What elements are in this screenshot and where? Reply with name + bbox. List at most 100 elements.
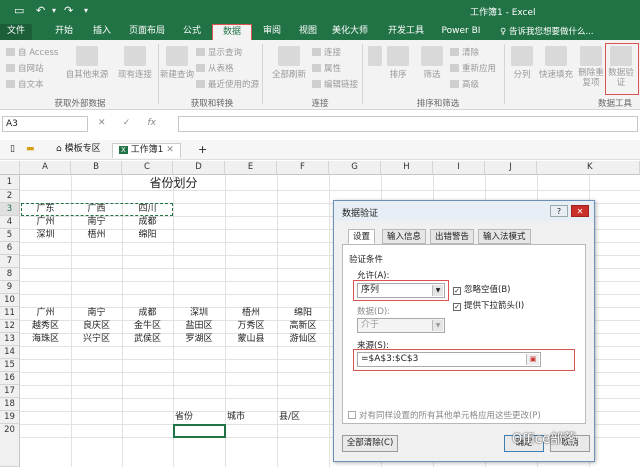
sheet-title-cell[interactable]: 省份划分 [122,176,225,191]
name-box[interactable]: A3 [2,116,88,132]
add-workbook-button[interactable]: + [192,143,213,158]
row-header[interactable]: 18 [0,398,20,411]
connections-button[interactable]: 连接 [312,46,341,58]
row-header[interactable]: 13 [0,333,20,346]
from-web-button[interactable]: 自网站 [6,62,44,74]
cell-e10[interactable]: 梧州 [225,307,277,320]
from-text-button[interactable]: 自文本 [6,78,44,90]
row-header[interactable]: 12 [0,320,20,333]
cell-b4[interactable]: 南宁 [71,216,122,229]
folder-icon[interactable]: ▬ [20,143,41,158]
existing-connections-button[interactable]: 现有连接 [112,46,158,80]
sort-button[interactable]: 排序 [384,46,412,80]
row-header[interactable]: 8 [0,268,20,281]
tell-me-search[interactable]: ♀ 告诉我您想要做什么... [500,25,594,37]
cell-f10[interactable]: 绵阳 [277,307,329,320]
cell-d11[interactable]: 盐田区 [173,320,225,333]
column-header[interactable]: D [173,161,225,175]
cell-c12[interactable]: 武侯区 [122,333,173,346]
row-header[interactable]: 10 [0,294,20,307]
cell-f11[interactable]: 高新区 [277,320,329,333]
tab-data[interactable]: 数据 [212,24,252,40]
new-query-button[interactable]: 新建查询 [160,46,194,80]
cell-a11[interactable]: 越秀区 [20,320,71,333]
sort-az-button[interactable] [364,46,386,68]
text-to-columns-button[interactable]: 分列 [508,46,536,80]
row-header[interactable]: 5 [0,229,20,242]
dropdown-arrow-checkbox[interactable]: ✓ 提供下拉箭头(I) [453,299,524,311]
flash-fill-button[interactable]: 快速填充 [536,46,576,80]
row-header[interactable]: 7 [0,255,20,268]
close-tab-icon[interactable]: ✕ [166,145,174,155]
tab-insert[interactable]: 插入 [84,24,120,40]
from-table-button[interactable]: 从表格 [196,62,234,74]
row-header[interactable]: 4 [0,216,20,229]
cell-a5[interactable]: 深圳 [20,229,71,242]
row-header[interactable]: 17 [0,385,20,398]
edit-links-button[interactable]: 编辑链接 [312,78,358,90]
undo-icon[interactable]: ↶ [36,4,45,17]
row-header[interactable]: 16 [0,372,20,385]
clear-all-button[interactable]: 全部清除(C) [342,435,398,452]
row-header[interactable]: 11 [0,307,20,320]
cell-b12[interactable]: 兴宁区 [71,333,122,346]
cell-b11[interactable]: 良庆区 [71,320,122,333]
row-header[interactable]: 1 [0,175,20,190]
row-header[interactable]: 14 [0,346,20,359]
tab-review[interactable]: 审阅 [256,24,288,40]
filter-button[interactable]: 筛选 [418,46,446,80]
cell-c11[interactable]: 金牛区 [122,320,173,333]
dialog-title-bar[interactable]: 数据验证 ? ✕ [334,201,594,221]
tab-home[interactable]: 开始 [46,24,82,40]
cell-c10[interactable]: 成都 [122,307,173,320]
remove-duplicates-button[interactable]: 删除重复项 [576,46,606,88]
column-header[interactable]: I [433,161,485,175]
column-header[interactable]: F [277,161,329,175]
cell-a10[interactable]: 广州 [20,307,71,320]
cell-a4[interactable]: 广州 [20,216,71,229]
row-header[interactable]: 20 [0,424,20,467]
insert-function-icon[interactable]: fx [147,118,156,128]
cell-b10[interactable]: 南宁 [71,307,122,320]
show-queries-button[interactable]: 显示查询 [196,46,242,58]
apply-all-checkbox[interactable]: 对有同样设置的所有其他单元格应用这些更改(P) [348,409,541,421]
from-other-sources-button[interactable]: 自其他来源 [62,46,112,80]
row-header[interactable]: 15 [0,359,20,372]
close-button[interactable]: ✕ [571,205,589,217]
tab-settings[interactable]: 设置 [348,229,376,244]
cell-e11[interactable]: 万秀区 [225,320,277,333]
cancel-icon[interactable]: ✕ [98,118,106,128]
cell-d10[interactable]: 深圳 [173,307,225,320]
cell-b5[interactable]: 梧州 [71,229,122,242]
cell-f12[interactable]: 游仙区 [277,333,329,346]
tab-developer[interactable]: 开发工具 [382,24,430,40]
customize-icon[interactable]: ▾ [84,6,88,15]
row-header[interactable]: 2 [0,190,20,203]
cell-a12[interactable]: 海珠区 [20,333,71,346]
workbook-tab-template[interactable]: ⌂ 模板专区 [50,143,107,158]
clear-button[interactable]: 清除 [450,46,479,58]
tab-power-bi[interactable]: Power BI [438,24,484,40]
tab-file[interactable]: 文件 [0,24,32,40]
refresh-all-button[interactable]: 全部刷新 [266,46,312,80]
formula-input[interactable] [178,116,638,132]
cell-d12[interactable]: 罗湖区 [173,333,225,346]
cell-c4[interactable]: 成都 [122,216,173,229]
cell-f18[interactable]: 县/区 [277,411,329,424]
select-all-corner[interactable] [0,161,20,175]
recent-sources-button[interactable]: 最近使用的源 [196,78,259,90]
help-button[interactable]: ? [550,205,568,217]
cell-e18[interactable]: 城市 [225,411,277,424]
column-header[interactable]: B [71,161,122,175]
active-cell-selection[interactable] [173,424,226,438]
column-header[interactable]: K [537,161,640,175]
tab-input-message[interactable]: 输入信息 [382,229,427,244]
workbook-tab-current[interactable]: X 工作簿1 ✕ [112,143,181,158]
cell-d18[interactable]: 省份 [173,411,225,424]
tab-view[interactable]: 视图 [292,24,324,40]
row-header[interactable]: 3 [0,203,20,216]
row-header[interactable]: 6 [0,242,20,255]
save-icon[interactable]: ▭ [14,4,24,17]
tab-error-alert[interactable]: 出错警告 [430,229,475,244]
tab-beautify[interactable]: 美化大师 [326,24,374,40]
